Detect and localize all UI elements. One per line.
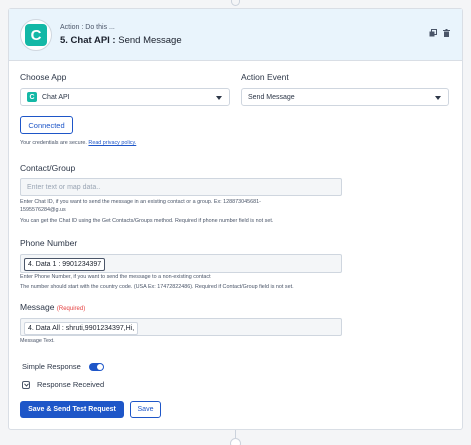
step-title: 5. Chat API : Send Message bbox=[60, 35, 182, 46]
choose-app-value: Chat API bbox=[42, 93, 70, 101]
save-button[interactable]: Save bbox=[130, 401, 161, 418]
simple-response-label: Simple Response bbox=[22, 362, 81, 371]
response-received-expand[interactable] bbox=[22, 381, 30, 389]
copy-icon[interactable] bbox=[429, 29, 437, 37]
message-label: Message (Required) bbox=[20, 302, 86, 312]
add-step-handle[interactable] bbox=[230, 438, 241, 445]
save-and-send-test-button[interactable]: Save & Send Test Request bbox=[20, 401, 124, 418]
contact-group-label: Contact/Group bbox=[20, 163, 76, 173]
contact-group-help: Enter Chat ID, if you want to send the m… bbox=[20, 199, 274, 224]
choose-app-label: Choose App bbox=[20, 72, 67, 82]
mapped-data-chip[interactable]: 4. Data 1 : 9901234397 bbox=[24, 258, 106, 271]
simple-response-toggle[interactable] bbox=[89, 363, 104, 371]
flow-connector-top bbox=[231, 0, 240, 6]
phone-number-label: Phone Number bbox=[20, 238, 78, 248]
action-event-select[interactable]: Send Message bbox=[241, 88, 449, 106]
privacy-policy-link[interactable]: Read privacy policy. bbox=[88, 140, 136, 146]
choose-app-select[interactable]: C Chat API bbox=[20, 88, 230, 106]
header-actions bbox=[429, 29, 450, 37]
mapped-data-chip[interactable]: 4. Data All : shruti,9901234397,Hi, bbox=[24, 322, 139, 335]
chevron-down-icon bbox=[23, 383, 29, 387]
required-indicator: (Required) bbox=[56, 306, 86, 312]
action-event-label: Action Event bbox=[241, 72, 289, 82]
action-event-value: Send Message bbox=[248, 93, 295, 101]
step-subtitle: Action : Do this ... bbox=[60, 24, 115, 31]
phone-number-help: Enter Phone Number, if you want to send … bbox=[20, 274, 294, 290]
contact-group-input[interactable]: Enter text or map data.. bbox=[20, 178, 342, 196]
step-header[interactable]: C Action : Do this ... 5. Chat API : Sen… bbox=[9, 9, 462, 61]
chat-api-mini-icon: C bbox=[27, 92, 37, 102]
action-step-card: C Action : Do this ... 5. Chat API : Sen… bbox=[8, 8, 463, 430]
phone-number-input[interactable]: 4. Data 1 : 9901234397 bbox=[20, 254, 342, 273]
response-received-label: Response Received bbox=[37, 380, 105, 389]
chevron-down-icon bbox=[435, 96, 441, 100]
chevron-down-icon bbox=[216, 96, 222, 100]
delete-icon[interactable] bbox=[443, 29, 450, 37]
message-help: Message Text. bbox=[20, 338, 55, 344]
chat-api-logo: C bbox=[20, 19, 52, 51]
connected-button[interactable]: Connected bbox=[20, 116, 73, 134]
secure-note: Your credentials are secure. Read privac… bbox=[20, 140, 137, 146]
message-input[interactable]: 4. Data All : shruti,9901234397,Hi, bbox=[20, 318, 342, 336]
